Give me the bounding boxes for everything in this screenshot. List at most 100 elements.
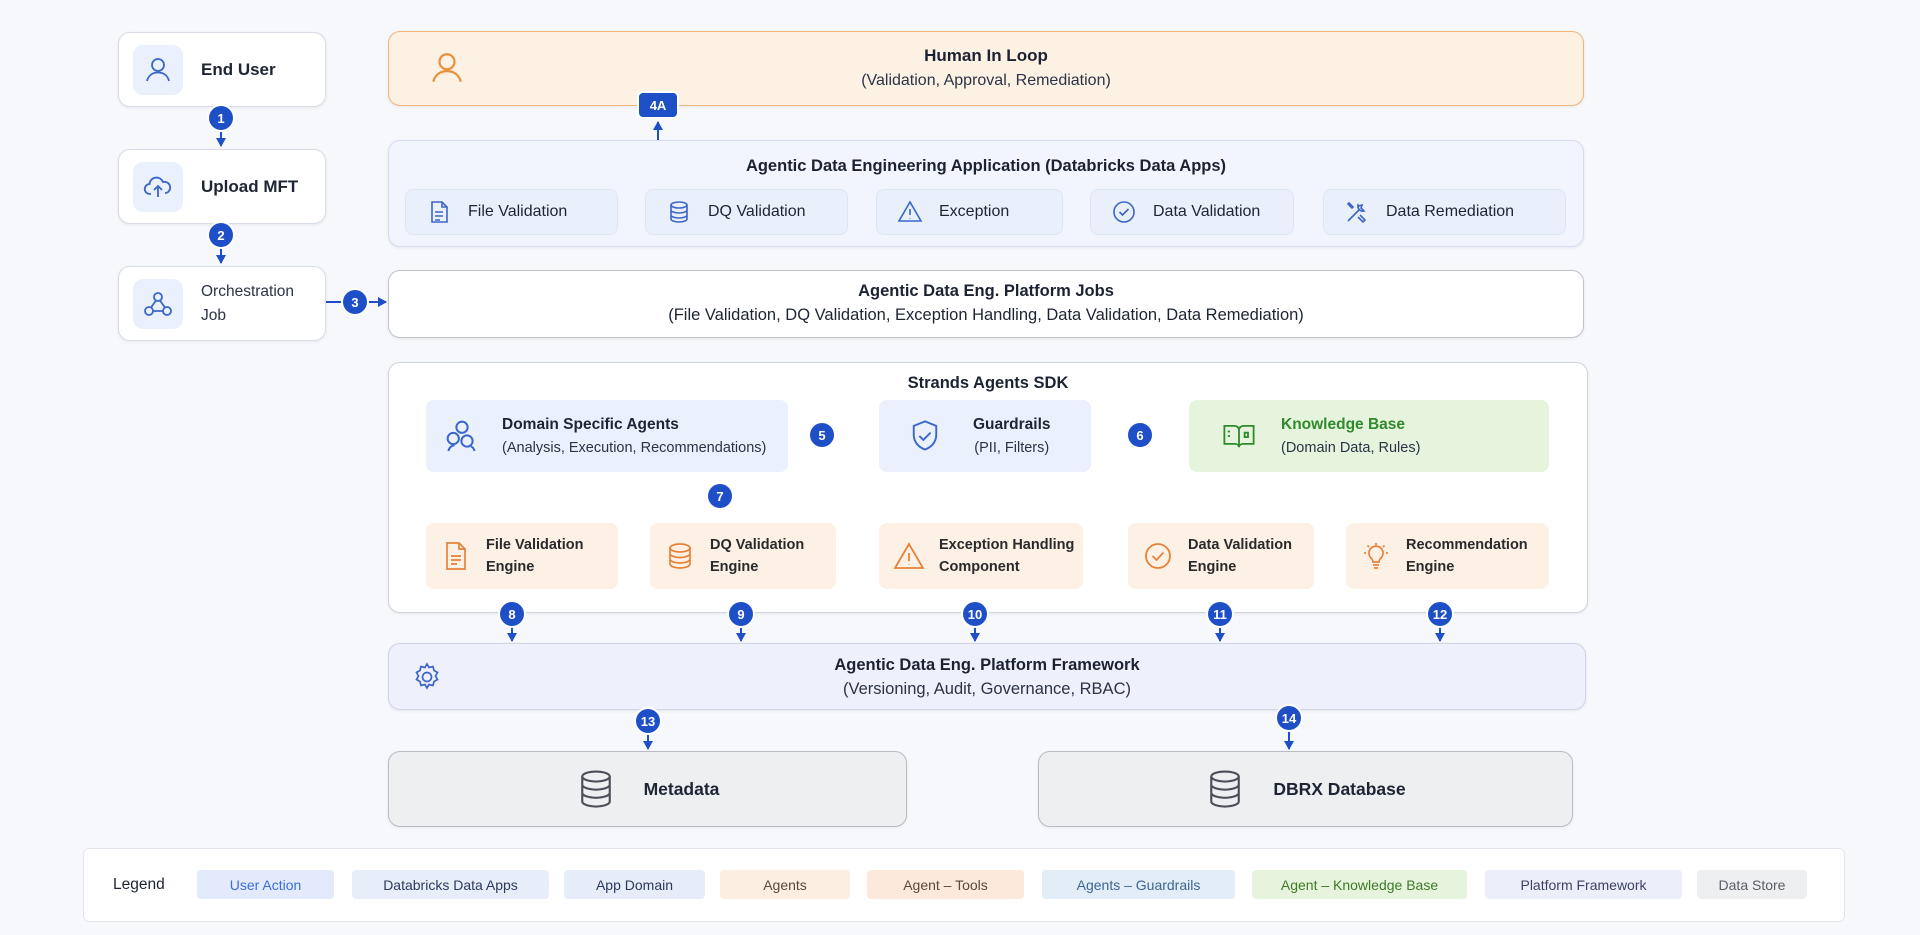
upload-mft-label: Upload MFT [201, 176, 299, 196]
check-circle-icon [1145, 543, 1171, 569]
step-badge-9: 9 [729, 602, 753, 626]
module-file-validation[interactable]: File Validation [405, 189, 618, 235]
step-badge-8: 8 [500, 602, 524, 626]
agents-group-icon [446, 420, 476, 452]
end-user-label: End User [201, 59, 276, 79]
step-badge-13: 13 [636, 709, 660, 733]
open-book-icon [1223, 424, 1255, 448]
platform-jobs-subtitle: (File Validation, DQ Validation, Excepti… [668, 306, 1304, 324]
platform-framework-panel[interactable]: Agentic Data Eng. Platform Framework (Ve… [388, 643, 1586, 710]
engine-line2: Engine [1188, 559, 1237, 575]
orchestration-job-card[interactable]: Orchestration Job [118, 266, 326, 341]
module-label: Data Remediation [1386, 203, 1515, 220]
step-badge-1: 1 [209, 106, 233, 130]
module-exception[interactable]: Exception [876, 189, 1063, 235]
upload-mft-card[interactable]: Upload MFT [118, 149, 326, 224]
domain-agents-box[interactable]: Domain Specific Agents (Analysis, Execut… [426, 400, 788, 472]
engine-label: File Validation Engine [486, 534, 584, 578]
legend-chip: Platform Framework [1485, 870, 1682, 899]
dbrx-database-label: DBRX Database [1273, 778, 1406, 799]
recommendation-engine[interactable]: Recommendation Engine [1346, 523, 1549, 589]
platform-framework-title: Agentic Data Eng. Platform Framework [834, 656, 1140, 674]
dq-validation-engine[interactable]: DQ Validation Engine [650, 523, 836, 589]
check-circle-icon [1113, 201, 1135, 223]
engine-label: Data Validation Engine [1188, 534, 1292, 578]
legend-chip: Agent – Tools [867, 870, 1024, 899]
warning-icon [893, 542, 925, 569]
lightbulb-icon [1364, 543, 1388, 569]
workflow-nodes-icon [133, 278, 183, 329]
engine-line2: Component [939, 559, 1020, 575]
domain-agents-subtitle: (Analysis, Execution, Recommendations) [502, 440, 767, 456]
database-icon [580, 770, 611, 808]
file-validation-engine[interactable]: File Validation Engine [426, 523, 618, 589]
guardrails-box[interactable]: Guardrails (PII, Filters) [879, 400, 1091, 472]
orchestration-line2: Job [201, 306, 226, 324]
step-badge-14: 14 [1277, 706, 1301, 730]
warning-icon [897, 200, 923, 222]
orchestration-line1: Orchestration [201, 282, 295, 300]
legend-chip: Agent – Knowledge Base [1252, 870, 1467, 899]
human-in-loop-panel[interactable]: Human In Loop (Validation, Approval, Rem… [388, 31, 1584, 106]
shield-check-icon [912, 420, 938, 451]
exception-handling-component[interactable]: Exception Handling Component [879, 523, 1083, 589]
step-badge-4a: 4A [639, 93, 677, 117]
platform-jobs-panel[interactable]: Agentic Data Eng. Platform Jobs (File Va… [388, 270, 1584, 338]
legend-chip: Agents – Guardrails [1042, 870, 1235, 899]
step-badge-12: 12 [1428, 602, 1452, 626]
step-badge-6: 6 [1128, 423, 1152, 447]
knowledge-base-box[interactable]: Knowledge Base (Domain Data, Rules) [1189, 400, 1549, 472]
legend-chip: Data Store [1697, 870, 1807, 899]
step-badge-10: 10 [963, 602, 987, 626]
database-icon [1210, 770, 1241, 808]
document-icon [431, 201, 448, 223]
engine-line1: Data Validation [1188, 537, 1292, 553]
data-validation-engine[interactable]: Data Validation Engine [1128, 523, 1314, 589]
metadata-label: Metadata [643, 778, 720, 799]
step-badge-5: 5 [810, 423, 834, 447]
database-icon [669, 543, 691, 569]
module-dq-validation[interactable]: DQ Validation [645, 189, 848, 235]
engine-label: DQ Validation Engine [710, 534, 804, 578]
cloud-upload-icon [133, 161, 183, 212]
engine-line2: Engine [486, 559, 535, 575]
legend-chip: Databricks Data Apps [352, 870, 549, 899]
end-user-card[interactable]: End User [118, 32, 326, 107]
tools-icon [1346, 201, 1367, 224]
dbrx-database-store[interactable]: DBRX Database [1038, 751, 1573, 827]
legend-chip: User Action [197, 870, 334, 899]
orchestration-job-label: Orchestration Job [201, 280, 294, 328]
module-label: File Validation [468, 203, 568, 220]
guardrails-text: Guardrails (PII, Filters) [973, 413, 1051, 459]
platform-jobs-title: Agentic Data Eng. Platform Jobs [858, 282, 1114, 300]
user-icon [133, 44, 183, 95]
data-apps-title: Agentic Data Engineering Application (Da… [745, 157, 1227, 175]
legend-chip: Agents [720, 870, 850, 899]
step-badge-7: 7 [708, 484, 732, 508]
database-icon [670, 201, 688, 223]
module-data-validation[interactable]: Data Validation [1090, 189, 1294, 235]
legend-chip: App Domain [564, 870, 705, 899]
module-label: Data Validation [1153, 203, 1261, 220]
guardrails-subtitle: (PII, Filters) [974, 440, 1050, 456]
engine-label: Recommendation Engine [1406, 534, 1528, 578]
engine-line1: Recommendation [1406, 537, 1528, 553]
engine-line1: Exception Handling [939, 537, 1075, 553]
document-icon [446, 542, 466, 570]
domain-agents-title: Domain Specific Agents [502, 416, 679, 433]
engine-line2: Engine [710, 559, 759, 575]
module-data-remediation[interactable]: Data Remediation [1323, 189, 1566, 235]
step-badge-11: 11 [1208, 602, 1232, 626]
module-label: Exception [939, 203, 1010, 220]
metadata-store[interactable]: Metadata [388, 751, 907, 827]
human-in-loop-subtitle: (Validation, Approval, Remediation) [861, 72, 1111, 89]
platform-framework-subtitle: (Versioning, Audit, Governance, RBAC) [843, 680, 1131, 698]
human-in-loop-title: Human In Loop [924, 46, 1048, 65]
legend-label: Legend [113, 876, 165, 893]
engine-line1: File Validation [486, 537, 584, 553]
guardrails-title: Guardrails [973, 416, 1051, 433]
module-label: DQ Validation [708, 203, 806, 220]
engine-label: Exception Handling Component [939, 534, 1074, 578]
engine-line2: Engine [1406, 559, 1455, 575]
step-badge-2: 2 [209, 223, 233, 247]
